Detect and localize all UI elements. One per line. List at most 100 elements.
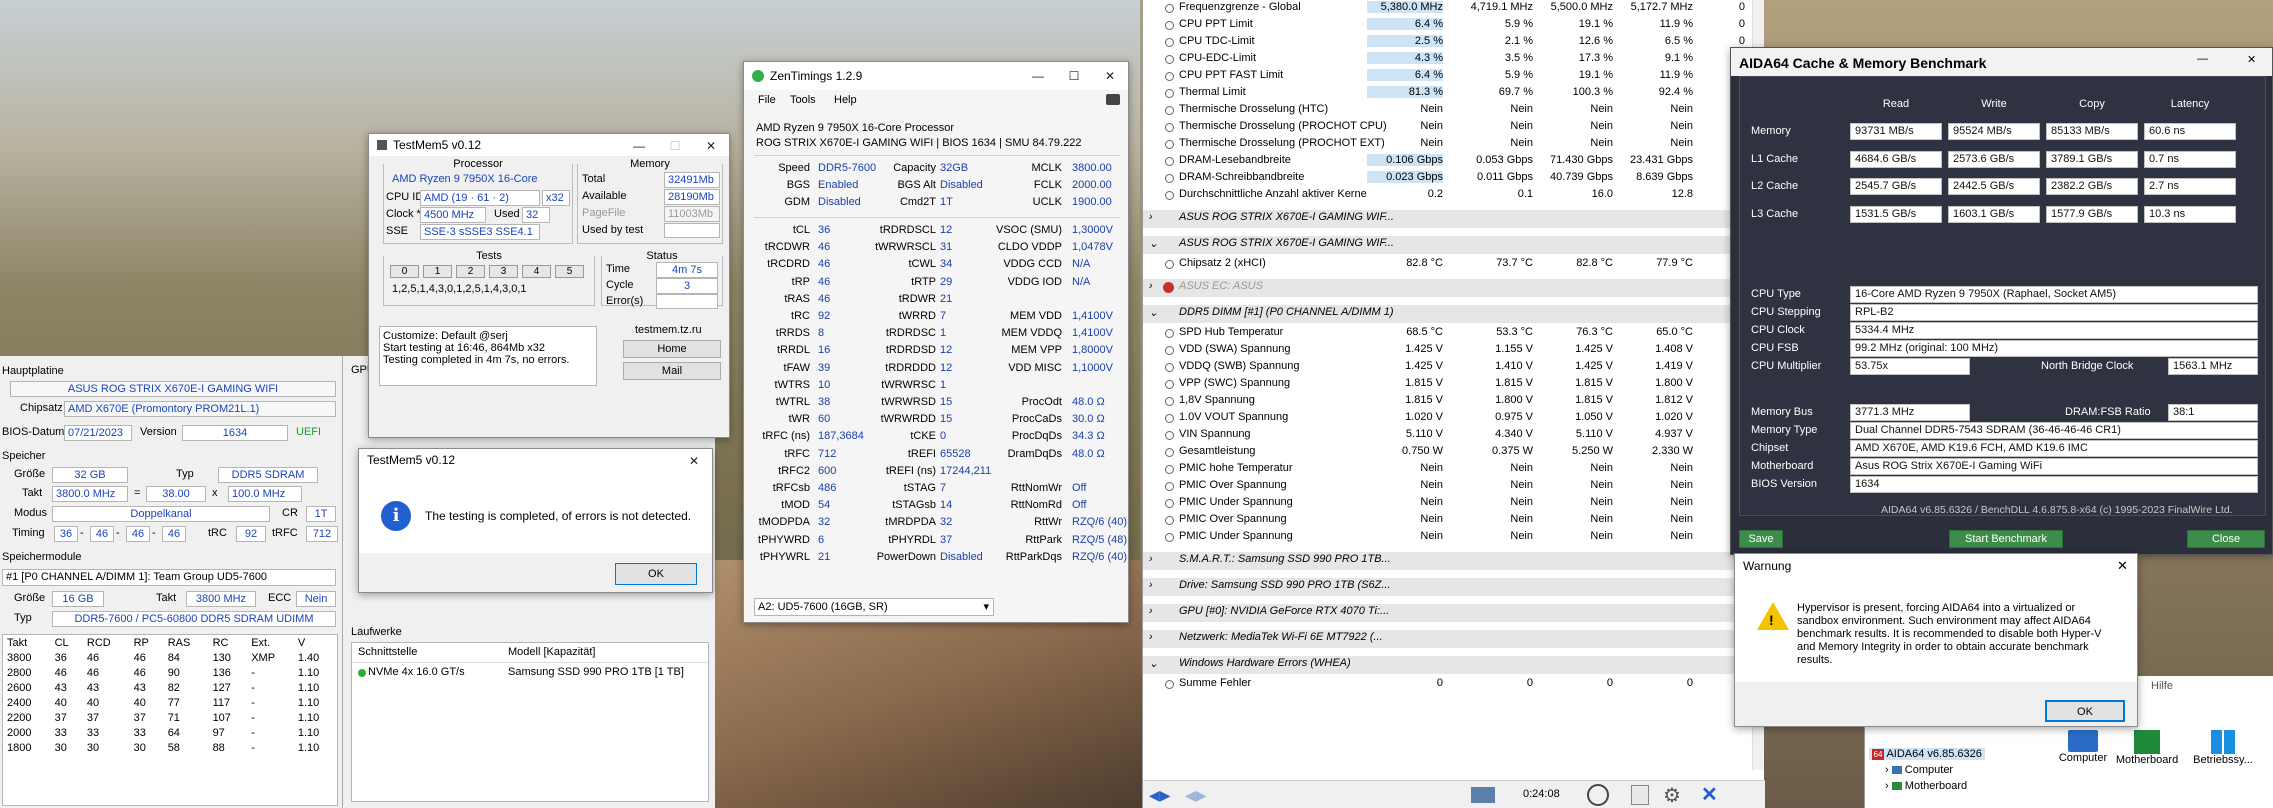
memory-bus-label: Memory Bus [1751, 406, 1813, 418]
maximize-icon[interactable]: ☐ [1056, 62, 1092, 90]
warning-ok-button[interactable]: OK [2045, 700, 2125, 722]
sensor-row[interactable]: VIN Spannung 5.110 V 4.340 V 5.110 V 4.937 V… [1143, 427, 1753, 444]
sensor-row[interactable]: VPP (SWC) Spannung 1.815 V 1.815 V 1.815 V1… [1143, 376, 1753, 393]
aida-icon-os[interactable]: Betriebssy... [2187, 730, 2259, 766]
sensor-group-header[interactable]: ⌄Windows Hardware Errors (WHEA)0 [1143, 656, 1753, 674]
menu-help[interactable]: Help [834, 94, 857, 106]
sensor-row[interactable]: 1.0V VOUT Spannung 1.020 V 0.975 V 1.050 V1… [1143, 410, 1753, 427]
sensor-name: Chipsatz 2 (xHCI) [1179, 257, 1266, 269]
sensor-row[interactable]: Gesamtleistung 0.750 W 0.375 W 5.250 W 2.330… [1143, 444, 1753, 461]
sensor-row[interactable]: CPU PPT Limit 6.4 % 5.9 % 19.1 % 11.9 % 0 [1143, 17, 1753, 34]
sensor-group-header[interactable]: ›ASUS EC: ASUS- [1143, 279, 1753, 297]
sensor-row[interactable]: Thermische Drosselung (PROCHOT CPU) Nein N… [1143, 119, 1753, 136]
tree-root[interactable]: 64 AIDA64 v6.85.6326 [1869, 748, 1985, 760]
zen-label: tREFI [907, 447, 936, 460]
table-cell: 33 [54, 726, 67, 739]
sensor-row[interactable]: PMIC hohe TemperaturNeinNeinNeinNein0 [1143, 461, 1753, 478]
sensor-row[interactable]: PMIC Under SpannungNeinNeinNeinNein0 [1143, 495, 1753, 512]
aida-icon-computer[interactable]: Computer [2057, 730, 2109, 764]
sensor-row[interactable]: DRAM-Lesebandbreite 0.106 Gbps 0.053 Gbps 7… [1143, 153, 1753, 170]
sensor-row[interactable]: Thermische Drosselung (HTC) Nein Nein Nein N… [1143, 102, 1753, 119]
minimize-icon[interactable]: — [1020, 62, 1056, 90]
network-icon[interactable] [1471, 787, 1495, 803]
sensor-row[interactable]: CPU TDC-Limit 2.5 % 2.1 % 12.6 % 6.5 % 0 [1143, 34, 1753, 51]
zen-label: tPHYWRL [759, 550, 810, 563]
sensor-name: VPP (SWC) Spannung [1179, 377, 1291, 389]
clock-icon[interactable] [1587, 784, 1609, 806]
sensor-row[interactable]: VDD (SWA) Spannung 1.425 V 1.155 V 1.425 V1… [1143, 342, 1753, 359]
sensor-row[interactable]: Thermal Limit81.3 %69.7 %100.3 %92.4 %0 [1143, 85, 1753, 102]
sensor-group-header[interactable]: › GPU [#0]: NVIDIA GeForce RTX 4070 Ti:..… [1143, 604, 1753, 622]
aida-start-benchmark-button[interactable]: Start Benchmark [1949, 530, 2063, 548]
sensor-row[interactable]: 1,8V Spannung 1.815 V 1.800 V 1.815 V 1.812 … [1143, 393, 1753, 410]
testmem-window: TestMem5 v0.12 — ☐ ✕ Processor AMD Ryzen… [368, 133, 730, 438]
sensor-row[interactable]: SPD Hub Temperatur 68.5 °C 53.3 °C 76.3 °C 6… [1143, 325, 1753, 342]
nav-back-icon[interactable]: ◀▶ [1149, 787, 1171, 804]
sensor-row[interactable]: CPU PPT FAST Limit 6.4 % 5.9 % 19.1 % 11.9 %… [1143, 68, 1753, 85]
minimize-icon[interactable]: — [621, 134, 657, 158]
menu-tools[interactable]: Tools [790, 94, 816, 106]
sensor-group-header[interactable]: ›ASUS ROG STRIX X670E-I GAMING WIF...0 [1143, 210, 1753, 228]
errors-field [656, 294, 718, 309]
nav-forward-icon[interactable]: ◀▶ [1185, 787, 1207, 804]
module-select[interactable]: #1 [P0 CHANNEL A/DIMM 1]: Team Group UD5… [2, 569, 336, 586]
mult-x: x [212, 487, 218, 499]
sensor-row[interactable]: PMIC Over SpannungNeinNeinNeinNein0 [1143, 478, 1753, 495]
sensor-group-header[interactable]: › Netzwerk: MediaTek Wi-Fi 6E MT7922 (...… [1143, 630, 1753, 648]
sensor-row[interactable]: Durchschnittliche Anzahl aktiver Kerne 0.… [1143, 187, 1753, 204]
sensor-value: Nein [1510, 530, 1533, 542]
sensor-row[interactable]: CPU-EDC-Limit4.3 %3.5 %17.3 %9.1 %0 [1143, 51, 1753, 68]
maximize-icon[interactable]: ☐ [657, 134, 693, 158]
computer-icon [1891, 766, 1902, 775]
aida-close-button[interactable]: Close [2187, 530, 2265, 548]
zen-label: tRAS [784, 292, 810, 305]
spd-header-row: Takt CL RCD RP RAS RC Ext. V [3, 635, 337, 650]
speicher-label: Speicher [2, 450, 46, 462]
table-cell: 88 [212, 741, 225, 754]
sensor-row[interactable]: DRAM-Schreibbandbreite 0.023 Gbps 0.011 Gb… [1143, 170, 1753, 187]
sensor-row[interactable]: VDDQ (SWB) Spannung 1.425 V 1.410 V 1.425 V… [1143, 359, 1753, 376]
sensor-name: 1,8V Spannung [1179, 394, 1255, 406]
home-button[interactable]: Home [623, 340, 721, 358]
close-icon[interactable]: ✕ [2247, 53, 2256, 66]
sensor-row[interactable]: PMIC Over SpannungNeinNeinNeinNein0 [1143, 512, 1753, 529]
minimize-icon[interactable]: — [2197, 53, 2208, 65]
hilfe-menu[interactable]: Hilfe [2151, 680, 2173, 692]
tree-item-motherboard[interactable]: › Motherboard [1885, 780, 1967, 792]
sensor-row[interactable]: Chipsatz 2 (xHCI) 82.8 °C 73.7 °C 82.8 °C 77… [1143, 256, 1753, 273]
sensor-row[interactable]: Thermische Drosselung (PROCHOT EXT) Nein N… [1143, 136, 1753, 153]
report-icon[interactable] [1631, 785, 1649, 805]
table-cell: 97 [212, 726, 225, 739]
table-row: 3800 36 46 46 84 130 XMP 1.40 [3, 650, 337, 665]
close-icon[interactable]: ✕ [1092, 62, 1128, 90]
close-icon[interactable]: ✕ [676, 449, 712, 471]
aida-icon-motherboard[interactable]: Motherboard [2113, 730, 2181, 766]
sensor-group-header[interactable]: ⌄ASUS ROG STRIX X670E-I GAMING WIF...32 [1143, 236, 1753, 254]
tree-item-computer[interactable]: › Computer [1885, 764, 1953, 776]
mail-button[interactable]: Mail [623, 362, 721, 380]
zen-dimm-select[interactable]: A2: UD5-7600 (16GB, SR) ▾ [754, 598, 994, 616]
zen-value: 1 [940, 378, 947, 391]
table-cell: 1.40 [297, 651, 320, 664]
group-name: Netzwerk: MediaTek Wi-Fi 6E MT7922 (... [1179, 631, 1383, 643]
menu-file[interactable]: File [758, 94, 776, 106]
dialog-ok-button[interactable]: OK [615, 563, 697, 585]
close-x-icon[interactable]: ✕ [1701, 782, 1718, 807]
sensor-group-header[interactable]: ⌄DDR5 DIMM [#1] (P0 CHANNEL A/DIMM 1)17 [1143, 305, 1753, 323]
sensor-group-header[interactable]: ›S.M.A.R.T.: Samsung SSD 990 PRO 1TB...9 [1143, 552, 1753, 570]
close-icon[interactable]: ✕ [2117, 558, 2128, 574]
sensor-row[interactable]: Summe Fehler00000 [1143, 676, 1753, 693]
sensor-value: 0 [1526, 677, 1533, 689]
screenshot-icon[interactable] [1106, 94, 1120, 105]
m-takt-label: Takt [156, 592, 177, 604]
sensor-row[interactable]: PMIC Under SpannungNeinNeinNeinNein0 [1143, 529, 1753, 546]
aida-save-button[interactable]: Save [1739, 530, 1783, 548]
zen-value: 30.0 Ω [1072, 413, 1105, 426]
aida-result-field: 4684.6 GB/s [1850, 150, 1942, 168]
settings-icon[interactable]: ⚙ [1663, 783, 1681, 808]
sensor-group-header[interactable]: ›Drive: Samsung SSD 990 PRO 1TB (S6Z...0 [1143, 578, 1753, 596]
zen-value: 32 [818, 516, 831, 529]
sensor-row[interactable]: Frequenzgrenze - Global 5,380.0 MHz 4,719.… [1143, 0, 1753, 17]
close-icon[interactable]: ✕ [693, 134, 729, 158]
sensor-icon [1165, 397, 1174, 406]
